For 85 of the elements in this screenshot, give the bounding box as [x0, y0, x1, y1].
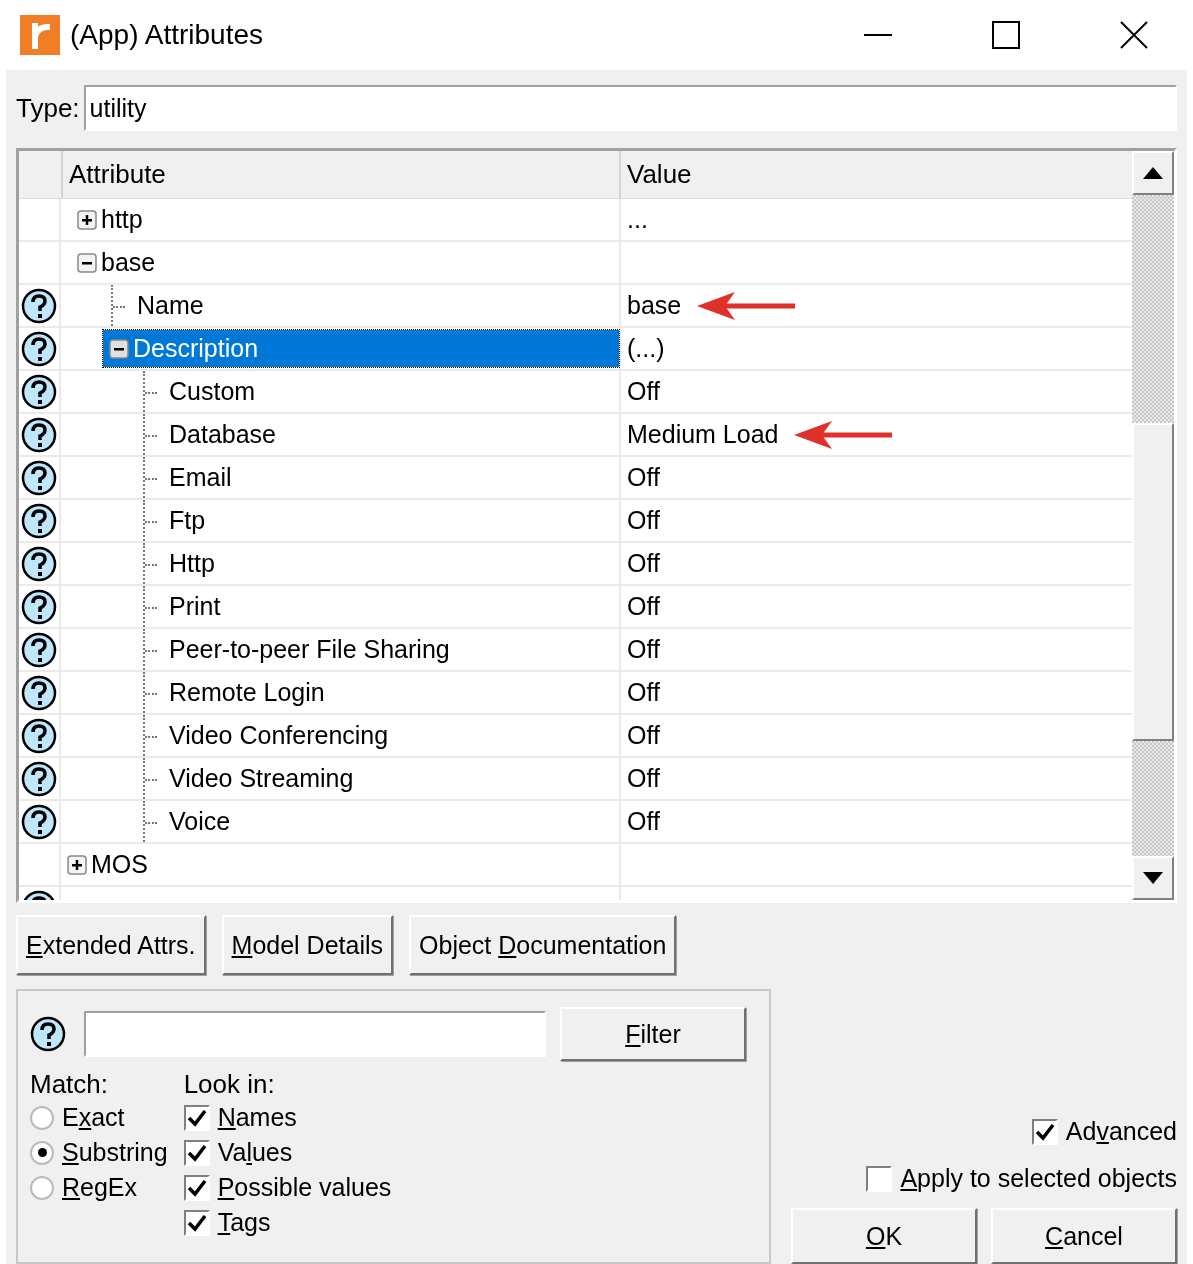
collapse-icon[interactable] [109, 338, 129, 359]
type-field[interactable]: utility [83, 85, 1177, 131]
attribute-name[interactable]: base [97, 248, 160, 277]
attribute-name[interactable]: http [97, 205, 147, 234]
attribute-value[interactable]: base [627, 291, 682, 320]
attribute-value[interactable]: Off [627, 377, 660, 406]
attribute-name[interactable]: Database [165, 420, 281, 449]
expand-icon[interactable] [67, 854, 87, 875]
minimize-icon [864, 33, 892, 37]
dialog-button[interactable]: Extended Attrs. [16, 915, 206, 975]
help-icon[interactable] [21, 416, 57, 453]
attribute-name[interactable]: Peer-to-peer File Sharing [165, 635, 454, 664]
checkbox-option[interactable]: Values [183, 1135, 392, 1170]
close-icon [1120, 21, 1148, 49]
scroll-thumb[interactable] [1132, 423, 1174, 741]
attribute-value[interactable]: Off [627, 463, 660, 492]
checkbox-option[interactable]: Advanced [1031, 1114, 1177, 1149]
type-label: Type: [16, 92, 80, 124]
attribute-value[interactable]: Off [627, 764, 660, 793]
checkbox-option[interactable]: Apply to selected objects [866, 1161, 1177, 1196]
attribute-name[interactable]: Ftp [165, 506, 210, 535]
radio-option[interactable]: RegEx [30, 1170, 168, 1205]
help-icon[interactable] [21, 502, 57, 539]
attribute-name[interactable]: MOS [87, 850, 152, 879]
match-label: Match: [30, 1069, 110, 1100]
radio-option[interactable]: Exact [30, 1100, 168, 1135]
check-icon [186, 1143, 207, 1162]
triangle-down-icon [1143, 872, 1163, 884]
help-icon[interactable] [21, 459, 57, 496]
help-icon[interactable] [21, 588, 57, 625]
help-icon[interactable] [21, 674, 57, 711]
attribute-name[interactable]: Print [165, 592, 225, 621]
column-header[interactable]: Attribute [61, 151, 619, 198]
scroll-down-button[interactable] [1132, 856, 1174, 900]
attribute-value[interactable]: Off [627, 549, 660, 578]
attribute-value[interactable]: (...) [627, 334, 665, 363]
expand-icon[interactable] [77, 209, 97, 230]
attribute-value[interactable]: Off [627, 807, 660, 836]
attribute-value[interactable]: Off [627, 592, 660, 621]
filter-button[interactable]: Filter [560, 1007, 746, 1061]
check-icon [186, 1213, 207, 1232]
collapse-icon[interactable] [77, 252, 97, 273]
checkbox-option[interactable]: Names [183, 1100, 392, 1135]
scroll-up-button[interactable] [1132, 151, 1174, 195]
help-icon[interactable] [21, 717, 57, 754]
attribute-name[interactable]: Name [133, 291, 208, 320]
dialog-button[interactable]: Cancel [991, 1208, 1177, 1264]
attribute-name[interactable]: Email [165, 463, 236, 492]
attribute-name[interactable]: Voice [165, 807, 235, 836]
attribute-value[interactable]: Off [627, 721, 660, 750]
help-icon[interactable] [21, 373, 57, 410]
attribute-name[interactable]: Http [165, 549, 219, 578]
radio-option[interactable]: Substring [30, 1135, 168, 1170]
help-icon[interactable] [21, 330, 57, 367]
attribute-value[interactable]: Off [627, 635, 660, 664]
attribute-name[interactable]: Remote Login [165, 678, 329, 707]
attribute-value[interactable]: ... [627, 205, 648, 234]
check-icon [186, 1108, 207, 1127]
window-title: (App) Attributes [70, 19, 264, 51]
look-in-label: Look in: [183, 1069, 276, 1100]
dialog-button[interactable]: OK [791, 1208, 977, 1264]
help-icon[interactable] [21, 545, 57, 582]
help-icon[interactable] [30, 1016, 66, 1052]
check-icon [186, 1178, 207, 1197]
help-icon[interactable] [21, 631, 57, 668]
checkbox-option[interactable]: Tags [183, 1205, 392, 1240]
triangle-up-icon [1143, 167, 1163, 179]
dialog-button[interactable]: Object Documentation [409, 915, 677, 975]
attribute-value[interactable]: Medium Load [627, 420, 779, 449]
dialog-button[interactable]: Model Details [221, 915, 394, 975]
help-icon[interactable] [21, 803, 57, 840]
selected-row-highlight[interactable]: Description [103, 330, 619, 367]
attribute-name[interactable]: Video Conferencing [165, 721, 393, 750]
check-icon [1034, 1122, 1055, 1141]
checkbox-option[interactable]: Possible values [183, 1170, 392, 1205]
maximize-icon [992, 21, 1020, 49]
help-icon[interactable] [21, 287, 57, 324]
attribute-value[interactable]: Off [627, 506, 660, 535]
scrollbar[interactable] [1132, 151, 1174, 900]
attribute-name[interactable]: Video Streaming [165, 764, 358, 793]
filter-field[interactable] [84, 1011, 546, 1057]
attribute-value[interactable]: Off [627, 678, 660, 707]
attribute-name[interactable]: Custom [165, 377, 260, 406]
help-icon[interactable] [21, 760, 57, 797]
app-logo [20, 15, 60, 55]
